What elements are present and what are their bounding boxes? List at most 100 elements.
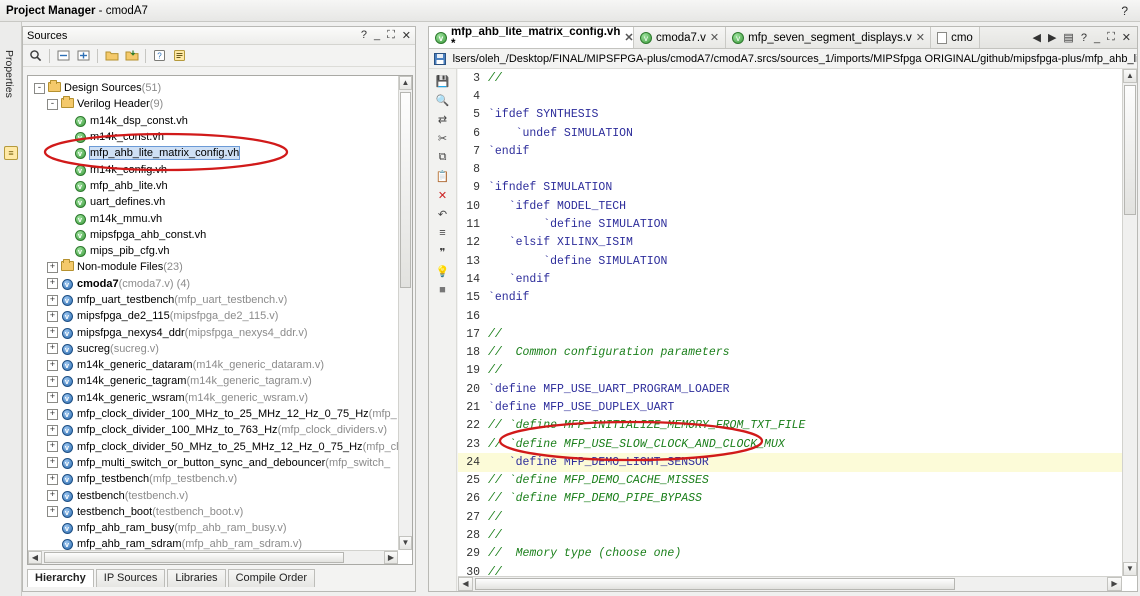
tree-expander[interactable]: -: [34, 82, 45, 94]
code-scroll-left-arrow[interactable]: ◀: [458, 577, 473, 591]
editor-gutter-toolbar[interactable]: 💾 🔍 ⇄ ✂ ⧉ 📋 ✕ ↶ ≡ ❞ 💡 ■: [429, 69, 457, 591]
tree-expander[interactable]: +: [47, 261, 58, 273]
tree-expander[interactable]: +: [47, 506, 58, 518]
close-icon[interactable]: ✕: [916, 31, 925, 44]
bulb-icon[interactable]: 💡: [434, 262, 452, 280]
tree-row[interactable]: - Verilog Header (9): [30, 95, 398, 112]
code-line[interactable]: 19 //: [458, 362, 1122, 380]
tree-horizontal-scrollbar[interactable]: ◀ ▶: [28, 550, 398, 564]
code-line[interactable]: 22 // `define MFP_INITIALIZE_MEMORY_FROM_…: [458, 417, 1122, 435]
editor-tab[interactable]: v cmoda7.v ✕: [634, 27, 727, 48]
find-icon[interactable]: 🔍: [434, 91, 452, 109]
block-icon[interactable]: ■: [434, 281, 452, 299]
code-scroll-up-arrow[interactable]: ▲: [1123, 69, 1137, 83]
tree-expander[interactable]: +: [47, 359, 58, 371]
tree-row[interactable]: + v mfp_clock_divider_100_MHz_to_763_Hz (m…: [30, 422, 398, 438]
tree-row[interactable]: + v m14k_generic_tagram (m14k_generic_tagr…: [30, 373, 398, 389]
collapse-all-icon[interactable]: [55, 47, 72, 64]
tree-vscroll-thumb[interactable]: [400, 92, 411, 288]
editor-tab[interactable]: cmo: [931, 27, 980, 48]
tree-row[interactable]: + v mfp_testbench (mfp_testbench.v): [30, 471, 398, 487]
scroll-up-arrow[interactable]: ▲: [399, 76, 412, 90]
tree-row[interactable]: v mfp_ahb_lite.vh: [30, 178, 398, 194]
code-hscroll-thumb[interactable]: [475, 578, 955, 590]
close-icon[interactable]: ✕: [1122, 31, 1131, 44]
properties-icon[interactable]: ≡: [4, 146, 18, 160]
code-line[interactable]: 23 // `define MFP_USE_SLOW_CLOCK_AND_CLOC…: [458, 435, 1122, 453]
tree-row[interactable]: + v m14k_generic_dataram (m14k_generic_dat…: [30, 357, 398, 373]
code-area[interactable]: 3 // 4 5 `ifdef SYNTHESIS 6 `undef SIMULATION…: [458, 69, 1137, 591]
report-icon[interactable]: [171, 47, 188, 64]
tree-row[interactable]: v uart_defines.vh: [30, 194, 398, 210]
properties-strip[interactable]: Properties ≡: [0, 22, 22, 596]
scroll-left-arrow[interactable]: ◀: [28, 551, 42, 564]
tree-row[interactable]: + v sucreg (sucreg.v): [30, 341, 398, 357]
sources-bottom-tab[interactable]: IP Sources: [95, 569, 166, 587]
code-line[interactable]: 9 `ifndef SIMULATION: [458, 179, 1122, 197]
code-line[interactable]: 29 // Memory type (choose one): [458, 545, 1122, 563]
panel-maximize-icon[interactable]: ⛶: [387, 29, 395, 42]
tree-row[interactable]: v mips_pib_cfg.vh: [30, 243, 398, 259]
code-line[interactable]: 3 //: [458, 69, 1122, 87]
code-scroll-down-arrow[interactable]: ▼: [1123, 562, 1137, 576]
editor-tab[interactable]: v mfp_ahb_lite_matrix_config.vh * ✕: [429, 27, 634, 48]
help-icon[interactable]: ?: [1081, 32, 1087, 44]
tree-row[interactable]: v mipsfpga_ahb_const.vh: [30, 227, 398, 243]
sources-bottom-tab[interactable]: Compile Order: [227, 569, 316, 587]
code-line[interactable]: 18 // Common configuration parameters: [458, 343, 1122, 361]
scroll-right-arrow[interactable]: ▶: [384, 551, 398, 564]
tree-expander[interactable]: +: [47, 408, 58, 420]
code-line[interactable]: 16: [458, 307, 1122, 325]
code-scroll-right-arrow[interactable]: ▶: [1107, 577, 1122, 591]
tree-expander[interactable]: +: [47, 278, 58, 290]
code-lines[interactable]: 3 // 4 5 `ifdef SYNTHESIS 6 `undef SIMULATION…: [458, 69, 1122, 576]
code-line[interactable]: 25 // `define MFP_DEMO_CACHE_MISSES: [458, 472, 1122, 490]
panel-minimize-icon[interactable]: _: [374, 29, 380, 42]
tree-row[interactable]: + Non-module Files (23): [30, 258, 398, 275]
indent-icon[interactable]: ≡: [434, 224, 452, 242]
code-line[interactable]: 26 // `define MFP_DEMO_PIPE_BYPASS: [458, 490, 1122, 508]
code-line[interactable]: 14 `endif: [458, 270, 1122, 288]
scroll-down-arrow[interactable]: ▼: [399, 536, 412, 550]
tree-expander[interactable]: +: [47, 327, 58, 339]
undo-icon[interactable]: ↶: [434, 205, 452, 223]
code-line[interactable]: 21 `define MFP_USE_DUPLEX_UART: [458, 398, 1122, 416]
tree-expander[interactable]: +: [47, 392, 58, 404]
editor-tab[interactable]: v mfp_seven_segment_displays.v ✕: [726, 27, 932, 48]
code-line[interactable]: 27 //: [458, 508, 1122, 526]
minimize-icon[interactable]: _: [1094, 32, 1100, 44]
code-line[interactable]: 12 `elsif XILINX_ISIM: [458, 234, 1122, 252]
tree-row[interactable]: v m14k_config.vh: [30, 161, 398, 177]
tree-row[interactable]: + v testbench (testbench.v): [30, 487, 398, 503]
editor-tab-strip[interactable]: v mfp_ahb_lite_matrix_config.vh * ✕ v cmoda7…: [429, 27, 1137, 49]
sources-bottom-tabs[interactable]: Hierarchy IP Sources Libraries Compile Orde…: [27, 569, 413, 587]
tree-expander[interactable]: +: [47, 490, 58, 502]
save-file-icon[interactable]: [431, 50, 449, 68]
expand-all-icon[interactable]: [75, 47, 92, 64]
import-files-icon[interactable]: [123, 47, 140, 64]
tree-expander[interactable]: +: [47, 473, 58, 485]
code-line[interactable]: 30 //: [458, 563, 1122, 576]
tree-row[interactable]: + v mfp_clock_divider_100_MHz_to_25_MHz_12…: [30, 406, 398, 422]
tree-row[interactable]: v m14k_mmu.vh: [30, 210, 398, 226]
tree-row[interactable]: + v cmoda7 (cmoda7.v) (4): [30, 276, 398, 292]
tree-expander[interactable]: +: [47, 424, 58, 436]
delete-icon[interactable]: ✕: [434, 186, 452, 204]
prev-tab-icon[interactable]: ◀: [1032, 31, 1040, 44]
tree-row[interactable]: - Design Sources (51): [30, 79, 398, 96]
code-line[interactable]: 8: [458, 160, 1122, 178]
tree-expander[interactable]: +: [47, 441, 58, 453]
tree-row[interactable]: v mfp_ahb_lite_matrix_config.vh: [30, 145, 398, 161]
sources-tree[interactable]: - Design Sources (51) - Verilog Header (9) v…: [28, 76, 398, 550]
tree-expander[interactable]: +: [47, 294, 58, 306]
code-line[interactable]: 17 //: [458, 325, 1122, 343]
tree-expander[interactable]: +: [47, 310, 58, 322]
search-icon[interactable]: [27, 47, 44, 64]
code-line[interactable]: 15 `endif: [458, 289, 1122, 307]
close-icon[interactable]: ✕: [624, 31, 633, 44]
tab-list-icon[interactable]: ▤: [1063, 31, 1073, 44]
sources-tree-container[interactable]: - Design Sources (51) - Verilog Header (9) v…: [27, 75, 413, 565]
tree-row[interactable]: v m14k_const.vh: [30, 129, 398, 145]
tree-expander[interactable]: +: [47, 343, 58, 355]
tree-row[interactable]: + v mfp_uart_testbench (mfp_uart_testbench…: [30, 292, 398, 308]
